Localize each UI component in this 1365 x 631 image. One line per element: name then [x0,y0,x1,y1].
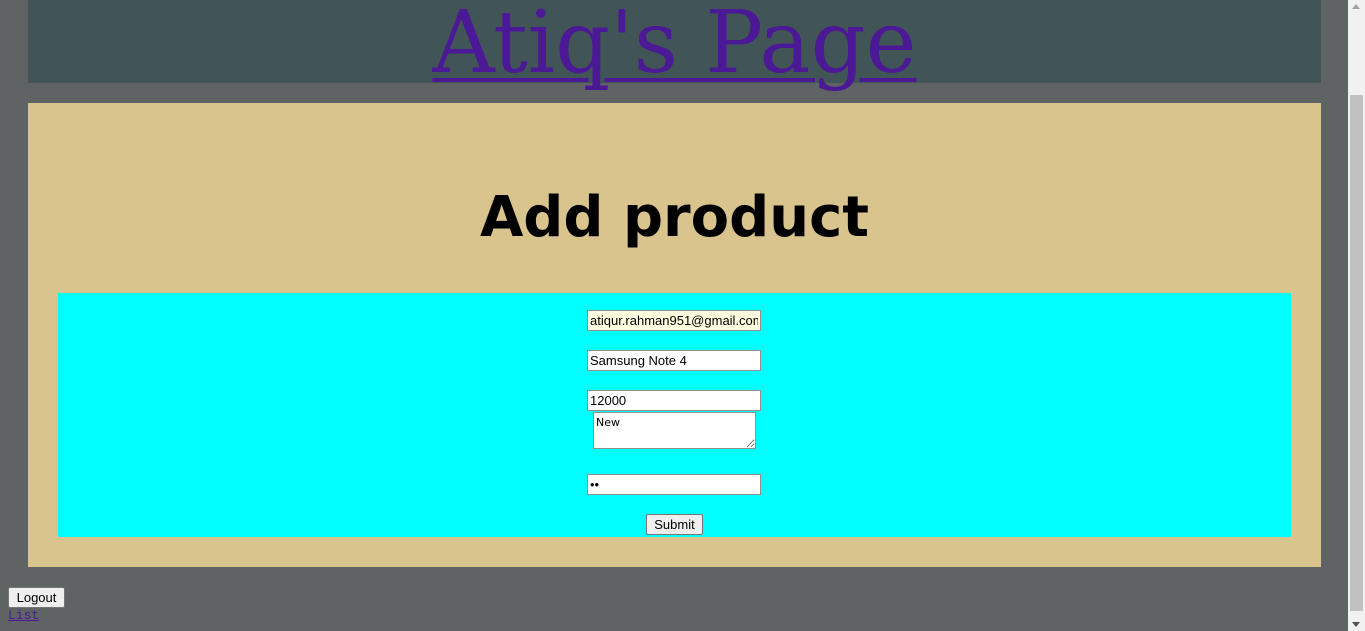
site-title-link[interactable]: Atiq's Page [28,0,1321,98]
price-field[interactable] [587,390,761,411]
page-title: Add product [479,185,870,250]
description-textarea[interactable]: New [593,412,756,449]
site-header: Atiq's Page [28,0,1321,93]
logout-button[interactable]: Logout [8,587,65,608]
password-field[interactable] [587,474,761,495]
scroll-up-arrow-icon[interactable] [1352,4,1360,9]
add-product-form: New Submit [58,293,1291,537]
list-link[interactable]: List [8,608,39,624]
scroll-down-arrow-icon[interactable] [1352,622,1360,627]
scrollbar-thumb[interactable] [1350,95,1363,611]
email-field[interactable] [587,310,761,331]
submit-button[interactable]: Submit [646,514,703,535]
vertical-scrollbar[interactable] [1348,0,1365,631]
product-name-field[interactable] [587,350,761,371]
main-content: Add product New Submit [28,103,1321,567]
